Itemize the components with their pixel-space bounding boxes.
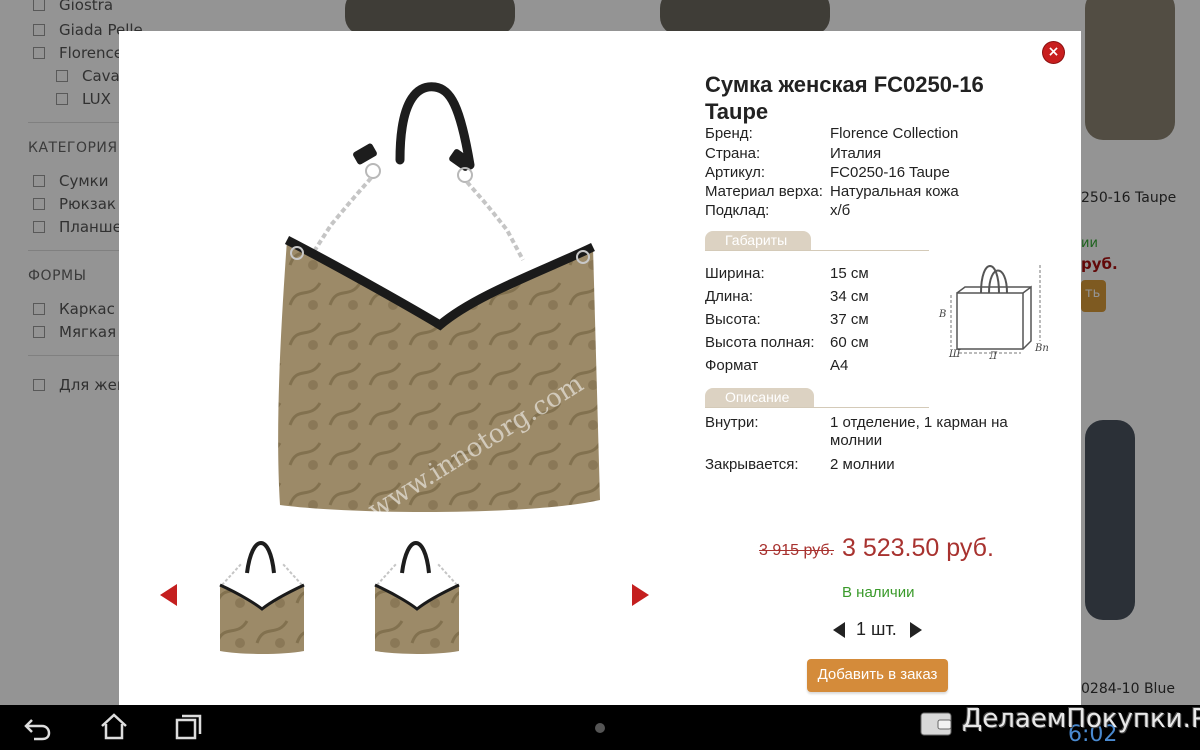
dim-value-length: 34 см [830,288,869,305]
product-title: Сумка женская FC0250-16 Taupe [705,72,984,124]
spec-value-article: FC0250-16 Taupe [830,164,950,181]
quantity-increase-icon[interactable] [910,622,922,638]
site-watermark: ДелаемПокупки.Ру [962,704,1200,734]
spec-value-brand: Florence Collection [830,125,959,142]
desc-value-inside: 1 отделение, 1 карман на молнии [830,414,1008,449]
spec-value-country: Италия [830,145,882,162]
dim-label-width: Ширина: [705,265,765,282]
close-icon[interactable]: × [1043,42,1064,63]
diagram-label-hp: Вп [1034,343,1049,354]
home-icon[interactable] [99,711,129,741]
section-divider [705,250,929,251]
thumbnail-2[interactable] [367,533,467,663]
desc-value-closure: 2 молнии [830,456,895,473]
dim-label-full-height: Высота полная: [705,334,815,351]
spec-value-material: Натуральная кожа [830,183,959,200]
spec-label-article: Артикул: [705,164,766,181]
product-modal: × www.innotorg.com Сумка женская FC0250-… [119,31,1081,705]
desc-label-inside: Внутри: [705,414,759,431]
spec-label-brand: Бренд: [705,125,753,142]
spec-label-lining: Подклад: [705,202,770,219]
back-icon[interactable] [22,712,52,742]
diagram-label-l: Д [988,351,998,359]
next-image-arrow-icon[interactable] [632,584,649,606]
add-to-order-button[interactable]: Добавить в заказ [807,659,948,692]
wallet-icon [920,712,952,736]
section-divider [705,407,929,408]
quantity-value: 1 шт. [856,619,897,639]
recent-apps-icon[interactable] [174,712,204,742]
dim-value-full-height: 60 см [830,334,869,351]
thumbnail-1[interactable] [212,533,312,663]
old-price: 3 915 руб. [759,542,834,559]
product-main-image: www.innotorg.com [278,82,600,525]
spec-value-lining: х/б [830,202,851,219]
dim-value-format: А4 [830,357,849,374]
navigation-dot [595,723,605,733]
dim-label-height: Высота: [705,311,761,328]
dim-label-length: Длина: [705,288,754,305]
desc-label-closure: Закрывается: [705,456,799,473]
dim-label-format: Формат [705,357,759,374]
spec-label-material: Материал верха: [705,183,823,200]
prev-image-arrow-icon[interactable] [160,584,177,606]
spec-label-country: Страна: [705,145,761,162]
diagram-label-w: Ш [948,349,961,359]
diagram-label-h: В [938,309,946,320]
tab-description: Описание [705,388,814,407]
tab-dimensions: Габариты [705,231,811,250]
stock-status: В наличии [842,584,915,601]
current-price: 3 523.50 руб. [842,534,994,562]
dimensions-diagram: В Ш Д Вп [938,265,1049,359]
dim-value-width: 15 см [830,265,869,282]
quantity-decrease-icon[interactable] [833,622,845,638]
dim-value-height: 37 см [830,311,869,328]
